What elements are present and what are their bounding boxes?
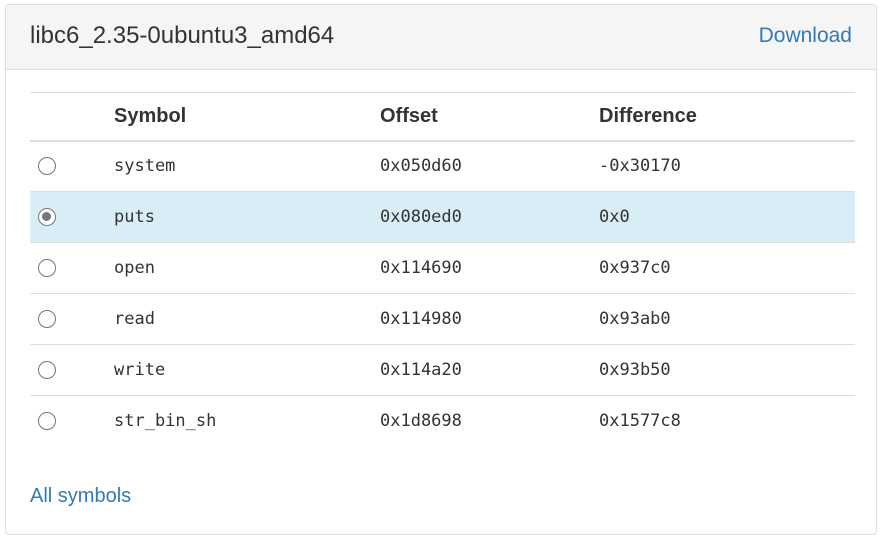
- symbols-table-wrap: Symbol Offset Difference system 0x050d60…: [30, 92, 855, 447]
- symbol-offset: 0x114980: [380, 309, 462, 329]
- symbol-offset: 0x050d60: [380, 156, 462, 177]
- table-row[interactable]: read 0x114980 0x93ab0: [30, 293, 855, 345]
- symbol-name: puts: [114, 207, 155, 227]
- symbol-difference: -0x30170: [599, 156, 681, 177]
- symbol-offset: 0x1d8698: [380, 411, 462, 432]
- symbol-offset: 0x114a20: [380, 360, 462, 380]
- panel-title: libc6_2.35-0ubuntu3_amd64: [30, 22, 335, 49]
- symbol-difference: 0x937c0: [599, 258, 671, 278]
- header-offset: Offset: [380, 104, 438, 127]
- symbol-difference: 0x93ab0: [599, 309, 671, 329]
- header-difference: Difference: [599, 104, 697, 127]
- symbol-name: str_bin_sh: [114, 411, 217, 432]
- table-header-row: Symbol Offset Difference: [30, 92, 855, 141]
- table-body: system 0x050d60 -0x30170 puts 0x080ed0 0…: [30, 141, 855, 447]
- row-radio-button[interactable]: [38, 208, 56, 226]
- symbol-name: open: [114, 258, 155, 278]
- row-radio-button[interactable]: [38, 361, 56, 379]
- table-row[interactable]: system 0x050d60 -0x30170: [30, 141, 855, 192]
- symbol-difference: 0x0: [599, 207, 630, 227]
- symbol-offset: 0x114690: [380, 258, 462, 278]
- table-row[interactable]: puts 0x080ed0 0x0: [30, 191, 855, 243]
- row-radio-button[interactable]: [38, 310, 56, 328]
- row-radio-button[interactable]: [38, 259, 56, 277]
- symbol-offset: 0x080ed0: [380, 207, 462, 227]
- header-select: [30, 93, 114, 141]
- panel-heading: libc6_2.35-0ubuntu3_amd64 Download: [6, 5, 876, 70]
- row-radio-button[interactable]: [38, 412, 56, 431]
- table-row[interactable]: open 0x114690 0x937c0: [30, 242, 855, 294]
- header-symbol: Symbol: [114, 104, 187, 127]
- symbol-difference: 0x93b50: [599, 360, 671, 380]
- row-radio-button[interactable]: [38, 157, 56, 176]
- symbol-name: system: [114, 156, 176, 177]
- symbols-table: Symbol Offset Difference system 0x050d60…: [30, 92, 855, 447]
- symbol-name: read: [114, 309, 155, 329]
- download-link[interactable]: Download: [759, 23, 852, 49]
- symbol-difference: 0x1577c8: [599, 411, 681, 432]
- all-symbols-link[interactable]: All symbols: [30, 484, 131, 508]
- table-row[interactable]: write 0x114a20 0x93b50: [30, 344, 855, 396]
- libc-result-panel: libc6_2.35-0ubuntu3_amd64 Download Symbo…: [5, 4, 877, 535]
- symbol-name: write: [114, 360, 166, 380]
- table-row[interactable]: str_bin_sh 0x1d8698 0x1577c8: [30, 395, 855, 447]
